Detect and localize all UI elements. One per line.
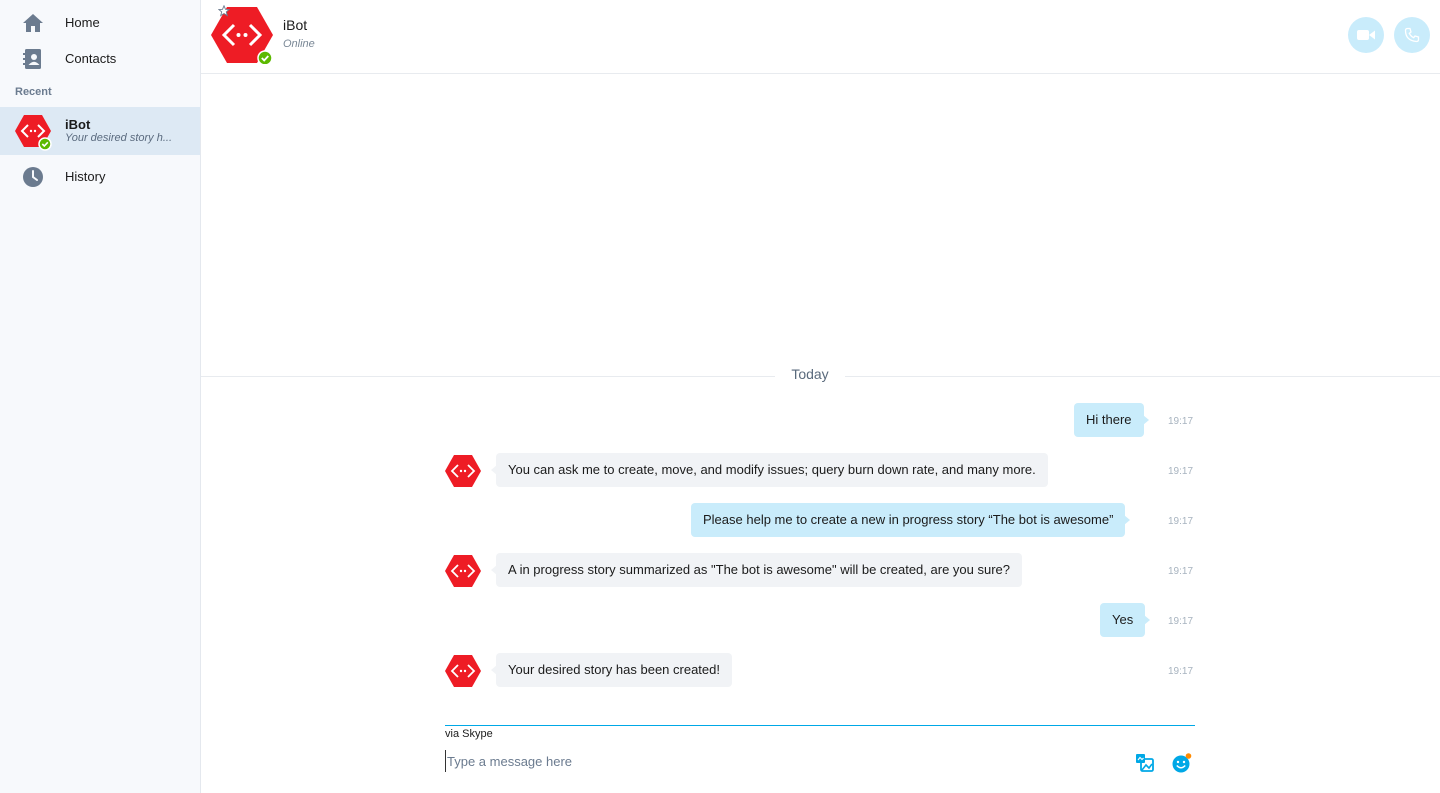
audio-call-button[interactable] [1394,17,1430,53]
clock-icon [23,167,43,187]
sidebar-item-contacts[interactable]: Contacts [0,40,200,76]
image-upload-icon[interactable] [1134,752,1156,774]
outgoing-message[interactable]: Please help me to create a new in progre… [691,503,1131,537]
contact-name: iBot [283,17,308,33]
emoticon-icon[interactable] [1171,752,1193,774]
message-timestamp: 19:17 [1168,566,1194,577]
bot-avatar [15,115,52,151]
video-call-button[interactable] [1348,17,1384,53]
sidebar-item-history[interactable]: History [0,158,200,194]
via-label: via Skype [445,728,493,740]
incoming-message[interactable]: You can ask me to create, move, and modi… [491,453,1048,487]
message-timestamp: 19:17 [1168,466,1194,477]
outgoing-message[interactable]: Hi there [1074,403,1149,437]
phone-icon [1404,27,1420,43]
incoming-message[interactable]: Your desired story has been created! [491,653,732,687]
outgoing-message[interactable]: Yes [1100,603,1151,637]
recent-preview: Your desired story h... [65,132,172,144]
message-timestamp: 19:17 [1168,616,1194,627]
sidebar-item-label: Home [65,14,100,30]
bot-avatar [445,655,481,687]
sidebar: Home Contacts Recent iBot Your desired s… [0,0,201,793]
message-timestamp: 19:17 [1168,516,1194,527]
incoming-message[interactable]: A in progress story summarized as "The b… [490,553,1023,587]
contacts-icon [23,49,41,69]
sidebar-item-label: Contacts [65,50,117,66]
recent-conversation-ibot[interactable]: iBot Your desired story h... [0,107,200,155]
sidebar-item-label: History [65,168,106,184]
sidebar-item-home[interactable]: Home [0,4,200,40]
bot-avatar [445,555,481,587]
recent-heading: Recent [15,86,52,98]
message-input[interactable] [445,750,1115,772]
message-timestamp: 19:17 [1168,666,1194,677]
contact-status: Online [283,38,315,50]
bot-avatar [445,455,481,487]
conversation-header: iBot Online [201,0,1440,74]
day-divider-label: Today [775,366,845,382]
composer-divider [445,725,1195,726]
home-icon [23,14,43,32]
message-timestamp: 19:17 [1168,416,1194,427]
star-icon[interactable] [218,5,230,17]
video-camera-icon [1357,30,1375,40]
recent-name: iBot [65,117,91,132]
